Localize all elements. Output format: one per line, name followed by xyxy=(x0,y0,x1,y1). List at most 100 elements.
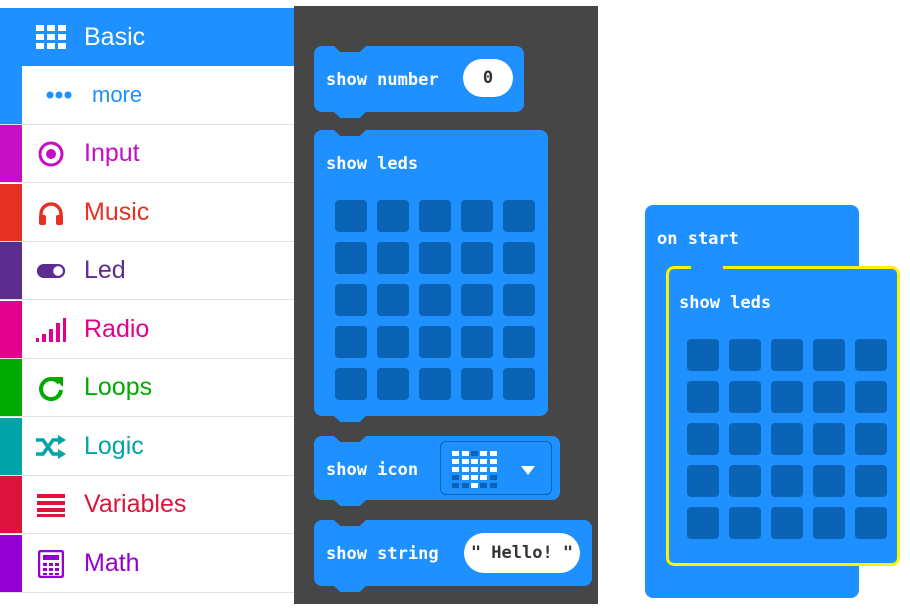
category-led[interactable]: Led xyxy=(0,242,294,300)
show-number-block[interactable]: show number 0 xyxy=(314,46,524,118)
block-label: show string xyxy=(326,544,439,564)
block-notch xyxy=(334,130,366,136)
grid-icon xyxy=(36,22,66,52)
led-cell[interactable] xyxy=(855,381,887,413)
led-cell[interactable] xyxy=(503,326,535,358)
led-cell[interactable] xyxy=(335,368,367,400)
category-music[interactable]: Music xyxy=(0,184,294,242)
category-variables[interactable]: Variables xyxy=(0,476,294,534)
led-cell[interactable] xyxy=(419,242,451,274)
led-cell[interactable] xyxy=(855,423,887,455)
show-string-block[interactable]: show string " Hello! " xyxy=(314,520,592,592)
block-notch xyxy=(334,436,366,442)
led-cell[interactable] xyxy=(461,284,493,316)
show-icon-block[interactable]: show icon xyxy=(314,436,560,506)
number-input[interactable]: 0 xyxy=(463,59,513,97)
block-tab xyxy=(334,416,366,422)
category-label: Radio xyxy=(84,315,150,343)
led-cell[interactable] xyxy=(729,465,761,497)
led-cell[interactable] xyxy=(461,200,493,232)
led-cell[interactable] xyxy=(419,368,451,400)
led-cell[interactable] xyxy=(771,381,803,413)
led-grid xyxy=(335,200,535,400)
category-math[interactable]: Math xyxy=(0,535,294,593)
category-color-strip xyxy=(0,359,22,416)
led-cell[interactable] xyxy=(461,242,493,274)
led-cell[interactable] xyxy=(419,284,451,316)
led-cell[interactable] xyxy=(855,339,887,371)
led-cell[interactable] xyxy=(503,200,535,232)
led-cell[interactable] xyxy=(855,465,887,497)
dots-icon xyxy=(44,80,74,110)
target-icon xyxy=(36,139,66,169)
category-label: more xyxy=(92,82,143,107)
led-cell[interactable] xyxy=(855,507,887,539)
string-input[interactable]: " Hello! " xyxy=(464,533,580,573)
signal-bars-icon xyxy=(36,315,66,345)
led-cell[interactable] xyxy=(377,326,409,358)
category-color-strip xyxy=(0,242,22,299)
category-label: Variables xyxy=(84,490,187,518)
led-cell[interactable] xyxy=(461,326,493,358)
led-cell[interactable] xyxy=(813,507,845,539)
led-cell[interactable] xyxy=(335,284,367,316)
led-cell[interactable] xyxy=(771,339,803,371)
category-color-strip xyxy=(0,418,22,475)
block-tab xyxy=(334,500,366,506)
category-logic[interactable]: Logic xyxy=(0,418,294,476)
block-tab xyxy=(334,586,366,592)
category-label: Math xyxy=(84,549,140,577)
led-cell[interactable] xyxy=(335,242,367,274)
icon-dropdown[interactable] xyxy=(440,441,552,495)
category-label: Logic xyxy=(84,432,144,460)
shuffle-icon xyxy=(36,432,66,462)
led-cell[interactable] xyxy=(729,423,761,455)
block-label: show leds xyxy=(679,293,772,313)
category-loops[interactable]: Loops xyxy=(0,359,294,417)
led-cell[interactable] xyxy=(687,507,719,539)
workspace-show-leds-block[interactable]: show leds xyxy=(666,266,900,566)
led-cell[interactable] xyxy=(771,507,803,539)
led-cell[interactable] xyxy=(419,326,451,358)
heart-icon xyxy=(450,449,500,496)
led-cell[interactable] xyxy=(771,423,803,455)
chevron-down-icon xyxy=(521,463,535,481)
led-cell[interactable] xyxy=(729,381,761,413)
show-leds-block[interactable]: show leds xyxy=(314,130,548,422)
block-label: show icon xyxy=(326,460,419,480)
block-notch xyxy=(334,520,366,526)
category-color-strip xyxy=(0,66,22,124)
led-cell[interactable] xyxy=(377,284,409,316)
led-cell[interactable] xyxy=(729,339,761,371)
headphones-icon xyxy=(36,198,66,228)
category-basic[interactable]: Basic xyxy=(0,8,294,66)
led-cell[interactable] xyxy=(335,326,367,358)
block-label: show number xyxy=(326,70,439,90)
led-cell[interactable] xyxy=(503,368,535,400)
led-cell[interactable] xyxy=(335,200,367,232)
led-cell[interactable] xyxy=(729,507,761,539)
led-cell[interactable] xyxy=(687,423,719,455)
block-notch xyxy=(691,266,723,275)
led-cell[interactable] xyxy=(377,368,409,400)
led-cell[interactable] xyxy=(813,339,845,371)
led-cell[interactable] xyxy=(687,381,719,413)
led-cell[interactable] xyxy=(503,242,535,274)
led-cell[interactable] xyxy=(461,368,493,400)
category-more[interactable]: more xyxy=(0,66,294,125)
led-cell[interactable] xyxy=(377,242,409,274)
category-radio[interactable]: Radio xyxy=(0,301,294,359)
led-cell[interactable] xyxy=(503,284,535,316)
led-cell[interactable] xyxy=(687,339,719,371)
led-cell[interactable] xyxy=(419,200,451,232)
category-label: Music xyxy=(84,198,150,226)
led-cell[interactable] xyxy=(687,465,719,497)
led-cell[interactable] xyxy=(813,381,845,413)
category-label: Led xyxy=(84,256,126,284)
led-cell[interactable] xyxy=(377,200,409,232)
led-cell[interactable] xyxy=(813,465,845,497)
led-cell[interactable] xyxy=(813,423,845,455)
led-cell[interactable] xyxy=(771,465,803,497)
category-input[interactable]: Input xyxy=(0,125,294,183)
category-label: Basic xyxy=(84,22,146,51)
